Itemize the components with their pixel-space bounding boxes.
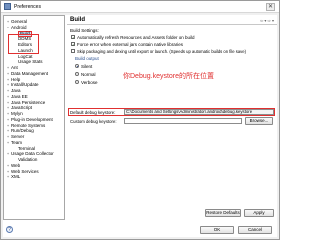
checkbox-force-error[interactable]: ✓ <box>71 42 75 47</box>
custom-keystore-field[interactable] <box>124 118 242 124</box>
radio-silent-label: Silent <box>81 63 93 69</box>
radio-verbose[interactable] <box>75 80 79 84</box>
default-keystore-label: Default debug keystore: <box>70 109 116 115</box>
radio-normal[interactable] <box>75 72 79 76</box>
panel-header: Build ⇦ ▾ ⇨ ▾ <box>67 15 277 25</box>
build-settings-label: Build Settings: <box>70 28 99 33</box>
ok-button[interactable]: OK <box>200 226 234 234</box>
checkbox-skip-packaging[interactable] <box>71 49 75 53</box>
title-bar: Preferences ✕ <box>1 1 279 13</box>
help-icon[interactable]: ? <box>6 226 13 233</box>
sidebar-item[interactable]: + XML <box>4 174 64 180</box>
radio-verbose-label: Verbose <box>81 79 98 85</box>
checkbox-auto-refresh[interactable]: ✓ <box>71 35 75 40</box>
expand-icon[interactable]: + <box>6 174 10 180</box>
app-icon <box>4 3 11 10</box>
close-button[interactable]: ✕ <box>266 3 275 11</box>
cancel-button[interactable]: Cancel <box>238 226 272 234</box>
build-output-label: Build output <box>75 56 99 61</box>
default-keystore-field[interactable]: C:\Documents and Settings\Administrator\… <box>124 109 274 115</box>
radio-silent[interactable] <box>75 64 79 68</box>
nav-arrows-icon[interactable]: ⇦ ▾ ⇨ ▾ <box>260 18 274 23</box>
apply-button[interactable]: Apply <box>244 209 274 217</box>
keystore-annotation: 你Debug.keystore的所在位置 <box>123 73 215 80</box>
sidebar-item-label: XML <box>11 174 21 180</box>
build-panel: Build ⇦ ▾ ⇨ ▾ Build Settings: ✓ Automati… <box>67 15 277 220</box>
window-title: Preferences <box>14 4 41 10</box>
checkbox-force-error-label: Force error when external jars contain n… <box>77 41 184 47</box>
checkbox-skip-packaging-label: Skip packaging and dexing until export o… <box>77 48 246 54</box>
restore-defaults-button[interactable]: Restore Defaults <box>205 209 241 217</box>
radio-normal-label: Normal <box>81 71 96 77</box>
preferences-window: Preferences ✕ + General − Android Build DDMS E… <box>0 0 280 240</box>
dialog-button-bar: ? OK Cancel <box>3 223 277 237</box>
android-highlight-box <box>8 34 39 54</box>
panel-title: Build <box>70 17 85 23</box>
checkbox-auto-refresh-label: Automatically refresh Resources and Asse… <box>77 34 195 40</box>
dialog-content: + General − Android Build DDMS Editors Launch Lo… <box>3 15 277 237</box>
browse-button[interactable]: Browse... <box>245 117 273 125</box>
custom-keystore-label: Custom debug keystore: <box>70 119 117 124</box>
